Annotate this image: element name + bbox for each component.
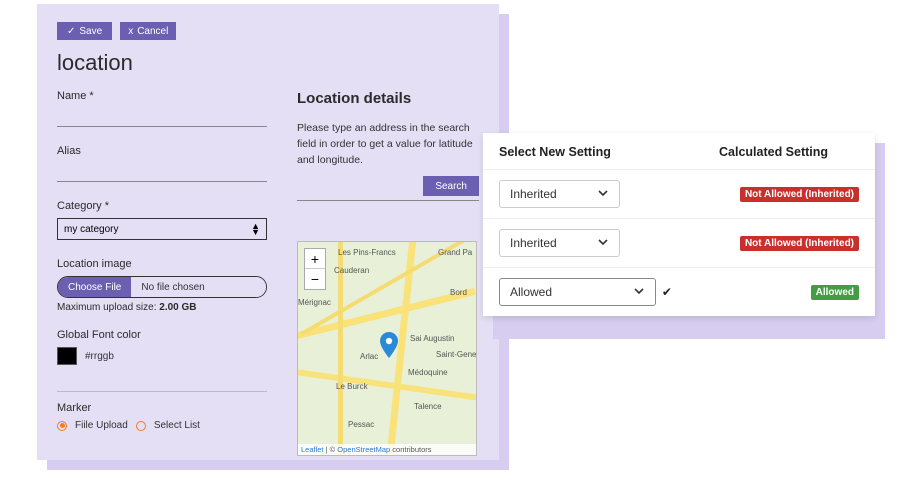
marker-section-label: Marker [57,402,267,414]
col-select-new: Select New Setting [499,145,719,159]
radio-file-upload-label: Fiile Upload [75,420,128,431]
alias-label: Alias [57,145,267,157]
choose-file-button[interactable]: Choose File [58,277,131,297]
status-badge: Not Allowed (Inherited) [740,187,859,202]
permission-row: Allowed ✔ Allowed [483,267,875,316]
name-input[interactable] [57,110,267,127]
file-status: No file chosen [131,277,266,297]
details-heading: Location details [297,90,479,107]
permission-value: Allowed [510,285,552,299]
col-calculated: Calculated Setting [719,145,859,159]
chevron-down-icon [597,187,609,202]
check-icon: ✓ [67,26,75,37]
map-town-label: Pessac [348,420,374,429]
location-form-panel: ✓ Save x Cancel location Name * Alias Ca… [37,4,499,460]
permission-value: Inherited [510,236,557,250]
map-town-label: Bord [450,288,467,297]
close-icon: x [128,26,133,37]
map-zoom-control: + − [304,248,326,290]
permission-select[interactable]: Inherited [499,180,620,208]
osm-link[interactable]: OpenStreetMap [337,445,390,454]
permission-select[interactable]: Allowed [499,278,656,306]
action-bar: ✓ Save x Cancel [57,22,479,40]
form-right-column: Location details Please type an address … [297,90,479,456]
leaflet-link[interactable]: Leaflet [301,445,324,454]
save-label: Save [79,26,102,37]
map-town-label: Médoquine [408,368,448,377]
max-upload-hint: Maximum upload size: 2.00 GB [57,302,267,313]
permission-value: Inherited [510,187,557,201]
status-badge: Not Allowed (Inherited) [740,236,859,251]
check-icon: ✔ [662,285,676,299]
status-badge: Allowed [811,285,859,300]
radio-select-list-label: Select List [154,420,200,431]
page-title: location [57,50,479,76]
radio-file-upload[interactable] [57,421,67,431]
image-label: Location image [57,258,267,270]
map-town-label: Mérignac [298,298,331,307]
category-value: my category [64,224,118,235]
details-help: Please type an address in the search fie… [297,121,479,168]
permission-row: Inherited Not Allowed (Inherited) [483,169,875,218]
radio-select-list[interactable] [136,421,146,431]
cancel-button[interactable]: x Cancel [120,22,176,40]
permission-select[interactable]: Inherited [499,229,620,257]
map-town-label: Arlac [360,352,378,361]
chevron-down-icon [633,285,645,300]
map-town-label: Saint-Gene [436,350,476,359]
divider [57,391,267,392]
name-label: Name * [57,90,267,102]
zoom-in-button[interactable]: + [305,249,325,269]
save-button[interactable]: ✓ Save [57,22,112,40]
map-town-label: Talence [414,402,442,411]
permissions-header: Select New Setting Calculated Setting [483,133,875,169]
color-swatch[interactable] [57,347,77,365]
map-town-label: Sai Augustin [410,334,454,343]
search-button[interactable]: Search [423,176,479,196]
map-attribution: Leaflet | © OpenStreetMap contributors [298,444,476,455]
color-placeholder: #rrggb [85,351,114,362]
cancel-label: Cancel [137,26,168,37]
file-picker: Choose File No file chosen [57,276,267,298]
alias-input[interactable] [57,165,267,182]
marker-radio-group: Fiile Upload Select List [57,420,267,431]
search-underline [297,200,479,201]
color-picker-row: #rrggb [57,347,267,365]
map-marker-icon [380,332,398,358]
category-select[interactable]: my category ▲▼ [57,218,267,240]
zoom-out-button[interactable]: − [305,269,325,289]
chevron-down-icon [597,236,609,251]
form-left-column: Name * Alias Category * my category ▲▼ L… [57,90,267,456]
font-color-label: Global Font color [57,329,267,341]
map-town-label: Les Pins-Francs [338,248,396,257]
map[interactable]: Les Pins-Francs Grand Pa Cauderan Bord M… [297,241,477,456]
map-town-label: Cauderan [334,266,369,275]
map-town-label: Grand Pa [438,248,472,257]
map-town-label: Le Burck [336,382,368,391]
permissions-panel: Select New Setting Calculated Setting In… [483,133,875,316]
category-label: Category * [57,200,267,212]
permission-row: Inherited Not Allowed (Inherited) [483,218,875,267]
chevron-updown-icon: ▲▼ [251,223,260,235]
